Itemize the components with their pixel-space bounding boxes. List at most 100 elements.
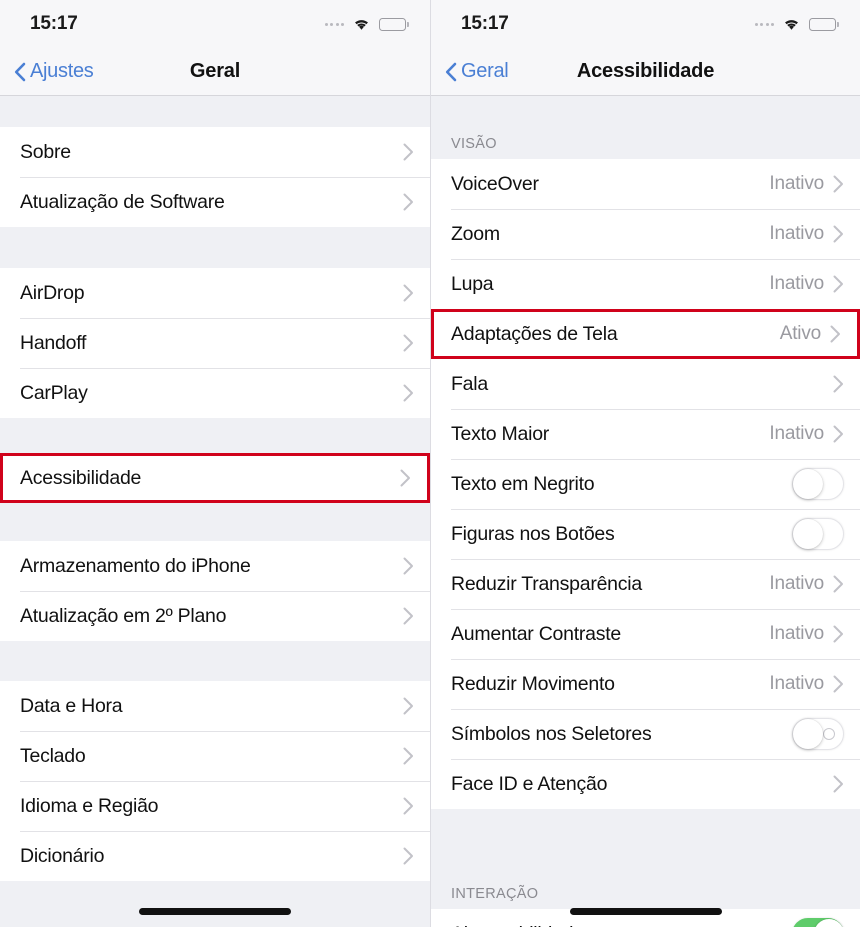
- chevron-right-icon: [833, 675, 844, 693]
- chevron-right-icon: [400, 469, 411, 487]
- row-label: Handoff: [20, 331, 87, 354]
- list-row[interactable]: Face ID e Atenção: [431, 759, 860, 809]
- chevron-right-icon-svg: [403, 557, 413, 575]
- toggle-knob: [793, 719, 823, 749]
- chevron-right-icon-svg: [830, 325, 840, 343]
- chevron-right-icon: [403, 607, 414, 625]
- list-row[interactable]: Idioma e Região: [0, 781, 430, 831]
- list-row[interactable]: Handoff: [0, 318, 430, 368]
- chevron-right-icon: [833, 375, 844, 393]
- list-row[interactable]: Aumentar Contraste Inativo: [431, 609, 860, 659]
- chevron-right-icon: [833, 775, 844, 793]
- row-label: Alcançabilidade: [451, 923, 792, 927]
- row-label: Dicionário: [20, 844, 105, 867]
- row-label: Adaptações de Tela: [451, 322, 618, 345]
- row-label: AirDrop: [20, 281, 85, 304]
- list-row[interactable]: Armazenamento do iPhone: [0, 541, 430, 591]
- list-row[interactable]: Texto Maior Inativo: [431, 409, 860, 459]
- row-label: Texto em Negrito: [451, 472, 595, 495]
- settings-group: Data e Hora Teclado Idioma e Região Dicioná…: [0, 681, 430, 881]
- chevron-right-icon: [403, 334, 414, 352]
- list-row[interactable]: Figuras nos Botões: [431, 509, 860, 559]
- chevron-right-icon-svg: [403, 607, 413, 625]
- battery-icon: [379, 17, 409, 31]
- status-indicators: [324, 17, 409, 31]
- row-label: VoiceOver: [451, 172, 539, 195]
- battery-icon: [809, 17, 839, 31]
- list-row[interactable]: Lupa Inativo: [431, 259, 860, 309]
- toggle-knob: [793, 519, 823, 549]
- toggle-knob: [814, 919, 844, 927]
- row-label: Símbolos nos Seletores: [451, 722, 652, 745]
- section-header-label: INTERAÇÃO: [431, 849, 860, 909]
- settings-group: Sobre Atualização de Software: [0, 127, 430, 227]
- chevron-right-icon: [833, 175, 844, 193]
- list-row[interactable]: VoiceOver Inativo: [431, 159, 860, 209]
- right-phone-screen: 15:17 Geral Acessibilidade VISÃO VoiceOver In…: [430, 0, 860, 927]
- wifi-icon-svg: [785, 20, 798, 30]
- chevron-right-icon: [403, 284, 414, 302]
- list-row[interactable]: Data e Hora: [0, 681, 430, 731]
- list-row[interactable]: Teclado: [0, 731, 430, 781]
- toggle-switch[interactable]: [792, 718, 844, 750]
- chevron-right-icon-svg: [403, 747, 413, 765]
- section-gap: [0, 418, 430, 453]
- section-gap: [0, 641, 430, 681]
- list-row[interactable]: CarPlay: [0, 368, 430, 418]
- chevron-right-icon-svg: [833, 175, 843, 193]
- chevron-right-icon-svg: [400, 469, 410, 487]
- chevron-right-icon: [833, 225, 844, 243]
- section-gap: [431, 809, 860, 849]
- list-row[interactable]: Acessibilidade: [0, 453, 430, 503]
- list-row[interactable]: Dicionário: [0, 831, 430, 881]
- chevron-right-icon-svg: [403, 334, 413, 352]
- chevron-right-icon-svg: [833, 225, 843, 243]
- list-row[interactable]: Texto em Negrito: [431, 459, 860, 509]
- row-label: Data e Hora: [20, 694, 123, 717]
- chevron-right-icon: [833, 275, 844, 293]
- toggle-switch[interactable]: [792, 468, 844, 500]
- list-row[interactable]: Zoom Inativo: [431, 209, 860, 259]
- chevron-right-icon-svg: [833, 275, 843, 293]
- list-row[interactable]: Reduzir Movimento Inativo: [431, 659, 860, 709]
- list-row[interactable]: AirDrop: [0, 268, 430, 318]
- chevron-right-icon-svg: [403, 193, 413, 211]
- chevron-right-icon: [403, 384, 414, 402]
- navigation-bar: Geral Acessibilidade: [431, 48, 860, 96]
- list-row[interactable]: Atualização em 2º Plano: [0, 591, 430, 641]
- chevron-right-icon: [833, 625, 844, 643]
- chevron-right-icon-svg: [833, 775, 843, 793]
- chevron-right-icon-svg: [833, 575, 843, 593]
- list-row[interactable]: Fala: [431, 359, 860, 409]
- row-label: Figuras nos Botões: [451, 522, 615, 545]
- settings-scroll-area[interactable]: VISÃO VoiceOver Inativo Zoom Inativo Lupa Inat…: [431, 96, 860, 927]
- row-value: Ativo: [779, 323, 821, 344]
- settings-scroll-area[interactable]: Sobre Atualização de Software AirDrop Hando…: [0, 96, 430, 927]
- section-header-area: VISÃO: [431, 96, 860, 159]
- chevron-right-icon-svg: [403, 797, 413, 815]
- toggle-knob: [793, 469, 823, 499]
- back-button-label: Geral: [461, 60, 509, 82]
- row-label: Aumentar Contraste: [451, 622, 622, 645]
- row-label: Lupa: [451, 272, 494, 295]
- toggle-switch[interactable]: [792, 518, 844, 550]
- toggle-switch[interactable]: [792, 918, 844, 927]
- status-bar: 15:17: [0, 0, 430, 48]
- list-row[interactable]: Símbolos nos Seletores: [431, 709, 860, 759]
- list-row[interactable]: Sobre: [0, 127, 430, 177]
- chevron-right-icon-svg: [833, 375, 843, 393]
- row-value: Inativo: [769, 223, 824, 244]
- list-row[interactable]: Reduzir Transparência Inativo: [431, 559, 860, 609]
- back-button[interactable]: Ajustes: [14, 60, 94, 83]
- row-label: Reduzir Transparência: [451, 572, 642, 595]
- row-value: Inativo: [769, 273, 824, 294]
- list-row[interactable]: Adaptações de Tela Ativo: [431, 309, 860, 359]
- chevron-right-icon-svg: [403, 284, 413, 302]
- toggle-off-symbol-icon: [823, 728, 835, 740]
- section-header-label: VISÃO: [431, 96, 860, 159]
- list-row[interactable]: Atualização de Software: [0, 177, 430, 227]
- chevron-right-icon-svg: [403, 697, 413, 715]
- row-value: Inativo: [769, 673, 824, 694]
- row-value: Inativo: [769, 423, 824, 444]
- back-button[interactable]: Geral: [445, 60, 509, 83]
